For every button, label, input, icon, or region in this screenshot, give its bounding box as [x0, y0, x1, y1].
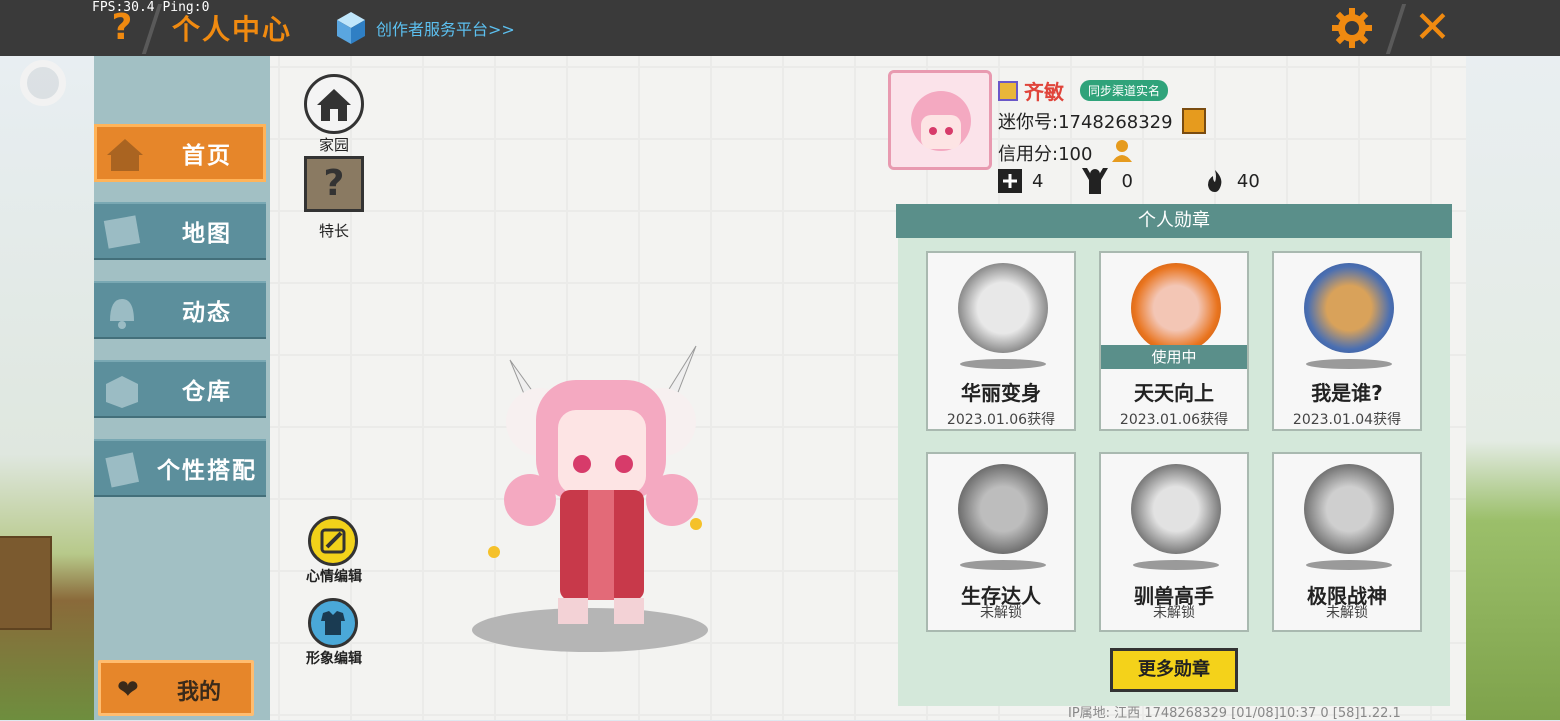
medal-date: 2023.01.04获得 — [1292, 412, 1402, 428]
look-edit-label: 形象编辑 — [306, 651, 362, 667]
page-title: 个人中心 — [172, 13, 293, 46]
close-icon[interactable]: ✕ — [1414, 4, 1451, 52]
credit-score: 信用分:100 — [998, 144, 1093, 165]
creator-link-text: 创作者服务平台>> — [376, 20, 515, 39]
look-edit-button[interactable] — [308, 598, 358, 648]
fans-cheer-icon — [1082, 168, 1109, 194]
medal-shadow — [960, 560, 1046, 570]
medal-name: 我是谁? — [1311, 381, 1383, 405]
more-medals-button[interactable]: 更多勋章 — [1110, 648, 1238, 692]
top-bar: FPS:30.4 Ping:0 ? 个人中心 创作者服务平台>> ✕ — [0, 0, 1560, 56]
medal-status: 未解锁 — [1326, 605, 1368, 621]
medal-campfire-icon — [958, 464, 1048, 554]
stat-flags: 4 — [998, 169, 1043, 193]
fire-icon — [1207, 170, 1222, 192]
mini-id: 迷你号:1748268329 — [998, 112, 1173, 133]
credit-person-icon[interactable] — [1110, 138, 1136, 164]
homeland-label: 家园 — [318, 136, 349, 154]
nav-label: 个性搭配 — [157, 458, 257, 484]
medal-card[interactable]: 驯兽高手 未解锁 — [1099, 452, 1249, 632]
fire-count: 40 — [1236, 170, 1260, 192]
nav-label: 地图 — [182, 221, 232, 247]
mine-label: 我的 — [177, 680, 222, 705]
avatar[interactable] — [888, 70, 992, 170]
medal-whoami-icon — [1304, 263, 1394, 353]
medal-date: 2023.01.06获得 — [946, 412, 1056, 428]
stat-fire: 40 — [1203, 169, 1260, 193]
nav-label: 动态 — [182, 300, 232, 326]
stat-fans: 0 — [1079, 166, 1133, 196]
settings-gear-icon[interactable] — [1330, 6, 1374, 50]
bell-icon — [110, 299, 134, 329]
nav-item-outfit[interactable]: 个性搭配 — [94, 439, 266, 497]
house-icon — [107, 139, 143, 171]
game-scenery-right — [1464, 56, 1560, 720]
medal-card[interactable]: 使用中 天天向上 2023.01.06获得 — [1099, 251, 1249, 431]
medal-name: 华丽变身 — [961, 381, 1041, 405]
talent-button[interactable]: ? — [304, 156, 364, 212]
stats-row: 4 0 40 — [998, 168, 1282, 194]
nav-item-warehouse[interactable]: 仓库 — [94, 360, 266, 418]
nav-item-map[interactable]: 地图 — [94, 202, 266, 260]
homeland-button[interactable] — [304, 74, 364, 134]
nav-item-home[interactable]: 首页 — [94, 124, 266, 182]
nav-item-activity[interactable]: 动态 — [94, 281, 266, 339]
mine-button[interactable]: ❤ 我的 — [98, 660, 254, 716]
player-avatar[interactable] — [450, 340, 730, 660]
medal-card[interactable]: 生存达人 未解锁 — [926, 452, 1076, 632]
help-button[interactable]: ? — [104, 8, 140, 48]
game-scenery-left — [0, 56, 94, 720]
medal-daily-icon — [1131, 263, 1221, 353]
side-nav: 首页 地图 动态 仓库 个性搭配 — [94, 56, 270, 720]
medal-status: 未解锁 — [980, 605, 1022, 621]
nav-label: 仓库 — [182, 379, 232, 405]
copy-icon[interactable] — [1182, 108, 1206, 134]
creator-platform-link[interactable]: 创作者服务平台>> — [336, 10, 515, 46]
medal-card[interactable]: 我是谁? 2023.01.04获得 — [1272, 251, 1422, 431]
house-icon — [317, 89, 351, 121]
box-icon — [106, 376, 138, 408]
sync-realname-button[interactable]: 同步渠道实名 — [1080, 80, 1169, 101]
cube-icon — [337, 12, 365, 44]
fans-count: 0 — [1121, 170, 1133, 192]
medal-name: 天天向上 — [1134, 381, 1214, 405]
medal-card[interactable]: 极限战神 未解锁 — [1272, 452, 1422, 632]
medal-shadow — [1306, 359, 1392, 369]
shirt-icon — [321, 611, 345, 635]
medal-shadow — [960, 359, 1046, 369]
medal-beast-icon — [1131, 464, 1221, 554]
medal-shadow — [1133, 560, 1219, 570]
heart-icon: ❤ — [117, 675, 139, 705]
divider — [1385, 4, 1407, 54]
medals-header: 个人勋章 — [896, 204, 1452, 238]
pencil-icon — [320, 528, 346, 554]
flag-plus-icon — [998, 169, 1022, 193]
footer-info: IP属地: 江西 1748268329 [01/08]10:37 0 [58]1… — [1068, 706, 1401, 721]
vip-crown-icon — [998, 80, 1018, 101]
player-name: 齐敏 — [1024, 80, 1064, 104]
wardrobe-icon — [105, 452, 140, 488]
avatar-portrait — [891, 73, 989, 167]
in-use-badge: 使用中 — [1101, 345, 1247, 369]
terrain-block — [0, 536, 52, 630]
player-name-row: 齐敏 同步渠道实名 — [998, 76, 1169, 105]
nav-label: 首页 — [182, 143, 232, 169]
medal-boss-icon — [1304, 464, 1394, 554]
map-icon — [103, 215, 141, 249]
medal-card[interactable]: 华丽变身 2023.01.06获得 — [926, 251, 1076, 431]
medal-status: 未解锁 — [1153, 605, 1195, 621]
medal-shadow — [1306, 560, 1392, 570]
talent-label: 特长 — [318, 222, 349, 240]
record-circle-button[interactable] — [20, 60, 66, 106]
medal-transform-icon — [958, 263, 1048, 353]
mood-edit-button[interactable] — [308, 516, 358, 566]
medal-date: 2023.01.06获得 — [1119, 412, 1229, 428]
flags-count: 4 — [1032, 170, 1044, 192]
mood-edit-label: 心情编辑 — [306, 569, 362, 585]
